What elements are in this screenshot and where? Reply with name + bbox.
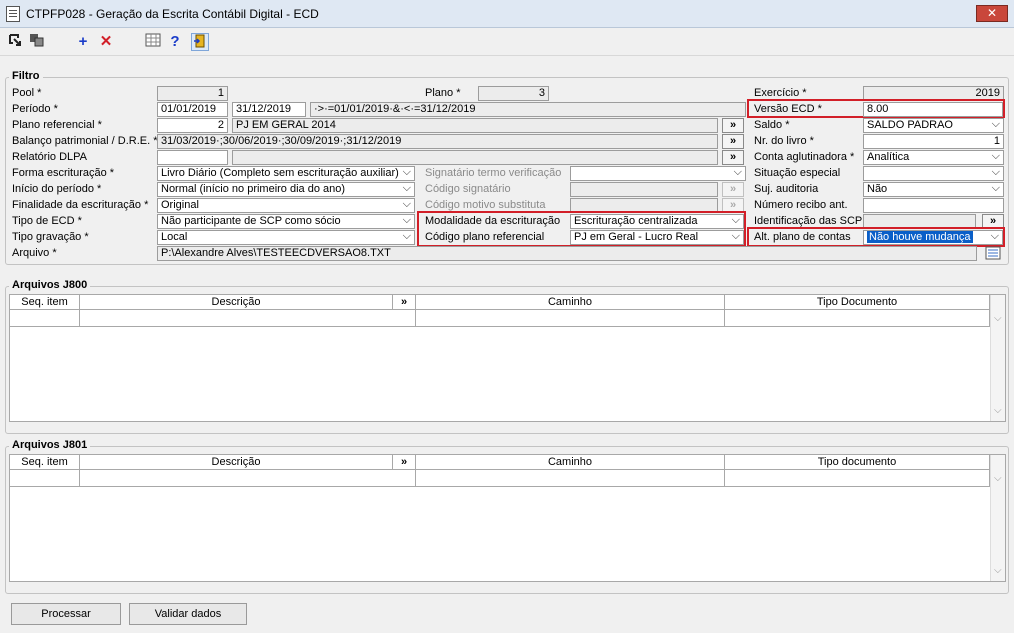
relatorio-dlpa-desc xyxy=(232,150,718,165)
j800-scrollbar[interactable]: ⌵ ⌵ xyxy=(990,295,1005,421)
modalidade-label: Modalidade da escrituração xyxy=(425,215,561,227)
j800-cell-descricao[interactable] xyxy=(80,310,416,327)
tipo-gravacao-label: Tipo gravação * xyxy=(12,231,89,243)
tipo-ecd-select[interactable]: Não participante de SCP como sócio xyxy=(157,214,415,229)
versao-ecd-field[interactable]: 8.00 xyxy=(863,102,1003,117)
saldo-select[interactable]: SALDO PADRAO xyxy=(863,118,1004,133)
j800-cell-caminho[interactable] xyxy=(416,310,725,327)
close-button[interactable]: ✕ xyxy=(976,5,1008,22)
tipo-ecd-label: Tipo de ECD * xyxy=(12,215,82,227)
j801-cell-caminho[interactable] xyxy=(416,470,725,487)
inicio-periodo-label: Início do período * xyxy=(12,183,102,195)
processar-button[interactable]: Processar xyxy=(11,603,121,625)
j800-cell-seq[interactable] xyxy=(10,310,80,327)
identificacao-scp-label: Identificação das SCP xyxy=(754,215,863,227)
situacao-especial-select[interactable] xyxy=(863,166,1004,181)
alt-plano-contas-label: Alt. plano de contas xyxy=(754,231,851,243)
signatario-termo-select[interactable] xyxy=(570,166,746,181)
j800-col-seq[interactable]: Seq. item xyxy=(10,295,80,310)
inicio-periodo-select[interactable]: Normal (início no primeiro dia do ano) xyxy=(157,182,415,197)
copy-icon[interactable] xyxy=(28,33,46,51)
j800-col-descricao[interactable]: Descrição xyxy=(80,295,393,310)
j800-col-caminho[interactable]: Caminho xyxy=(416,295,725,310)
j801-col-descricao[interactable]: Descrição xyxy=(80,455,393,470)
alt-plano-contas-select[interactable]: Não houve mudança xyxy=(863,230,1003,245)
j801-scrollbar[interactable]: ⌵ ⌵ xyxy=(990,455,1005,581)
alt-plano-contas-value: Não houve mudança xyxy=(867,231,973,243)
export-icon[interactable] xyxy=(6,33,24,51)
exercicio-label: Exercício * xyxy=(754,87,807,99)
nr-livro-field[interactable]: 1 xyxy=(863,134,1004,149)
file-browse-icon[interactable] xyxy=(983,245,1003,261)
numero-recibo-label: Número recibo ant. xyxy=(754,199,848,211)
codigo-signatario-label: Código signatário xyxy=(425,183,511,195)
add-icon[interactable]: + xyxy=(74,33,92,51)
j801-cell-tipo-documento[interactable] xyxy=(725,470,990,487)
periodo-expression: ·>·=01/01/2019·&·<·=31/12/2019 xyxy=(310,102,746,117)
balanco-field[interactable]: 31/03/2019·;30/06/2019·;30/09/2019·;31/1… xyxy=(157,134,718,149)
validar-dados-button[interactable]: Validar dados xyxy=(129,603,247,625)
suj-auditoria-select[interactable]: Não xyxy=(863,182,1004,197)
numero-recibo-field[interactable] xyxy=(863,198,1004,213)
arquivo-field[interactable]: P:\Alexandre Alves\TESTEECDVERSAO8.TXT xyxy=(157,246,977,261)
codigo-signatario-field xyxy=(570,182,718,197)
conta-aglutinadora-label: Conta aglutinadora * xyxy=(754,151,855,163)
nr-livro-label: Nr. do livro * xyxy=(754,135,814,147)
situacao-especial-label: Situação especial xyxy=(754,167,841,179)
arquivo-label: Arquivo * xyxy=(12,247,57,259)
help-icon[interactable]: ? xyxy=(166,33,184,51)
j801-col-seq[interactable]: Seq. item xyxy=(10,455,80,470)
j801-cell-descricao[interactable] xyxy=(80,470,416,487)
j800-col-tipo-documento[interactable]: Tipo Documento xyxy=(725,295,990,310)
j801-cell-seq[interactable] xyxy=(10,470,80,487)
saldo-label: Saldo * xyxy=(754,119,790,131)
j800-legend: Arquivos J800 xyxy=(9,279,91,291)
balanco-lookup-button[interactable]: » xyxy=(722,134,744,149)
j801-col-caminho[interactable]: Caminho xyxy=(416,455,725,470)
signatario-termo-label: Signatário termo verificação xyxy=(425,167,562,179)
j801-legend: Arquivos J801 xyxy=(9,439,91,451)
periodo-end-field[interactable]: 31/12/2019 xyxy=(232,102,306,117)
window-title: CTPFP028 - Geração da Escrita Contábil D… xyxy=(26,7,319,21)
codigo-plano-referencial-label: Código plano referencial xyxy=(425,231,545,243)
pool-label: Pool * xyxy=(12,87,42,99)
filtro-legend: Filtro xyxy=(9,70,43,82)
finalidade-select[interactable]: Original xyxy=(157,198,415,213)
j800-cell-tipo-documento[interactable] xyxy=(725,310,990,327)
finalidade-label: Finalidade da escrituração * xyxy=(12,199,149,211)
exit-door-icon[interactable] xyxy=(191,33,209,51)
plano-field[interactable]: 3 xyxy=(478,86,549,101)
plano-referencial-lookup-button[interactable]: » xyxy=(722,118,744,133)
j800-col-lookup-button[interactable]: » xyxy=(393,295,416,310)
periodo-label: Período * xyxy=(12,103,58,115)
codigo-motivo-label: Código motivo substituta xyxy=(425,199,546,211)
balanco-label: Balanço patrimonial / D.R.E. * xyxy=(12,135,158,147)
j801-col-tipo-documento[interactable]: Tipo documento xyxy=(725,455,990,470)
suj-auditoria-label: Suj. auditoria xyxy=(754,183,819,195)
relatorio-dlpa-code[interactable] xyxy=(157,150,228,165)
codigo-signatario-lookup-button: » xyxy=(722,182,744,197)
codigo-plano-referencial-select[interactable]: PJ em Geral - Lucro Real xyxy=(570,230,744,245)
modalidade-select[interactable]: Escrituração centralizada xyxy=(570,214,744,229)
relatorio-dlpa-lookup-button[interactable]: » xyxy=(722,150,744,165)
forma-escrituracao-label: Forma escrituração * xyxy=(12,167,115,179)
plano-label: Plano * xyxy=(425,87,461,99)
plano-referencial-code[interactable]: 2 xyxy=(157,118,228,133)
j801-col-lookup-button[interactable]: » xyxy=(393,455,416,470)
periodo-start-field[interactable]: 01/01/2019 xyxy=(157,102,228,117)
relatorio-dlpa-label: Relatório DLPA xyxy=(12,151,87,163)
tipo-gravacao-select[interactable]: Local xyxy=(157,230,415,245)
forma-escrituracao-select[interactable]: Livro Diário (Completo sem escrituração … xyxy=(157,166,415,181)
plano-referencial-label: Plano referencial * xyxy=(12,119,102,131)
conta-aglutinadora-select[interactable]: Analítica xyxy=(863,150,1004,165)
pool-field[interactable]: 1 xyxy=(157,86,228,101)
document-icon xyxy=(6,6,20,22)
plano-referencial-desc: PJ EM GERAL 2014 xyxy=(232,118,718,133)
delete-icon[interactable]: ✕ xyxy=(97,33,115,51)
versao-ecd-label: Versão ECD * xyxy=(754,103,822,115)
grid-icon[interactable] xyxy=(144,33,162,51)
